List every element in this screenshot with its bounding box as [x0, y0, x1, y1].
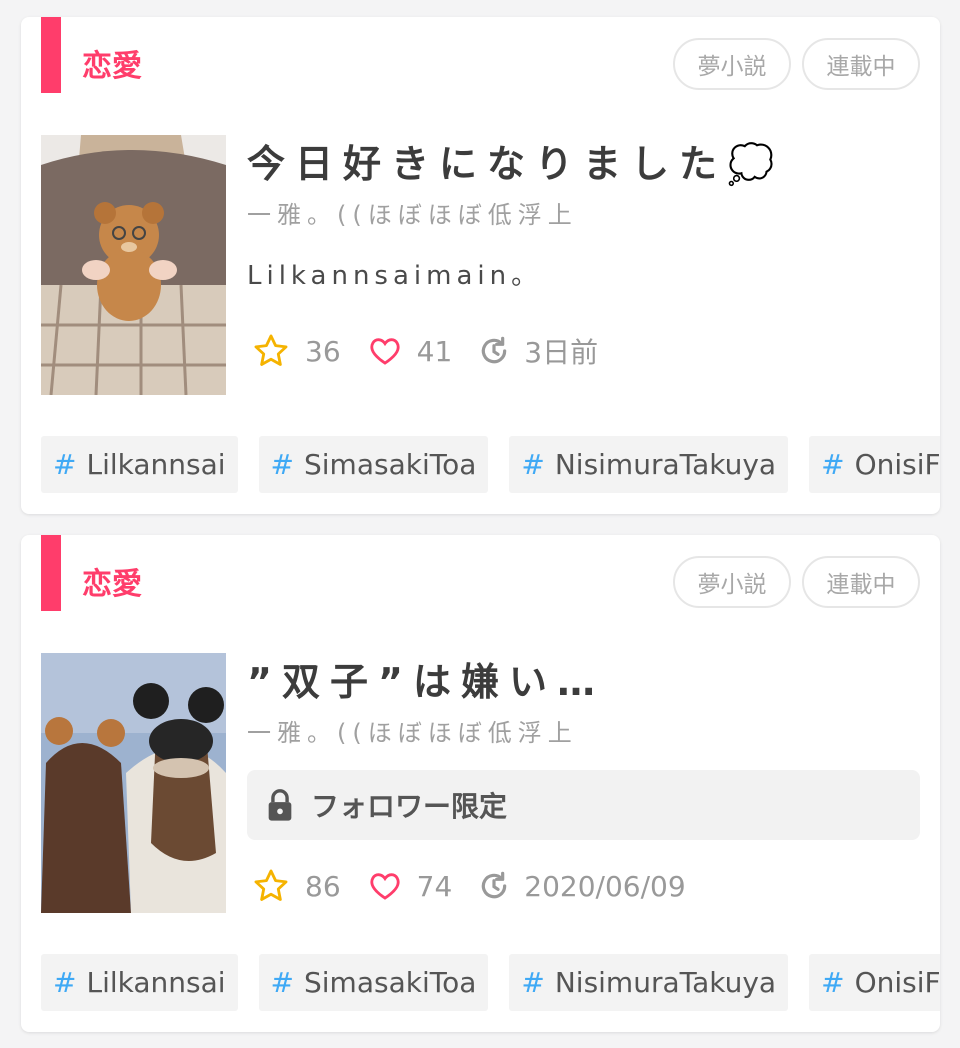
stats-row: 86 74 2020/06/09: [251, 867, 712, 905]
tag-label: SimasakiToa: [304, 966, 477, 999]
tag-chip[interactable]: # Lilkannsai: [41, 436, 238, 493]
heart-icon: [370, 873, 400, 900]
tag-chip[interactable]: # OnisiFuga: [809, 436, 940, 493]
star-icon: [254, 869, 288, 901]
genre-label: 恋愛: [82, 49, 142, 84]
hash-symbol: #: [53, 448, 77, 481]
followers-only-notice[interactable]: フォロワー限定: [247, 770, 920, 840]
like-count: 41: [367, 334, 453, 368]
tag-label: Lilkannsai: [86, 966, 226, 999]
novel-card[interactable]: 恋愛 夢小説 連載中 今日好きになりました💭 一雅。((ほぼほぼ低浮上 Lilk…: [21, 17, 940, 514]
cover-thumbnail[interactable]: [41, 653, 226, 913]
tag-chip[interactable]: # OnisiFuga: [809, 954, 940, 1011]
star-icon: [254, 334, 288, 366]
genre-label: 恋愛: [82, 567, 142, 602]
history-icon: [482, 871, 507, 899]
tag-list: # Lilkannsai # SimasakiToa # NisimuraTakuya…: [41, 436, 940, 493]
novel-feed: 恋愛 夢小説 連載中 今日好きになりました💭 一雅。((ほぼほぼ低浮上 Lilk…: [0, 0, 960, 1048]
girl-holding-teddy-bear-image: [41, 135, 226, 395]
badge-serializing: 連載中: [802, 556, 920, 608]
star-count-value: 86: [305, 869, 341, 903]
hash-symbol: #: [270, 448, 294, 481]
novel-card[interactable]: 恋愛 夢小説 連載中 ”双子”は嫌い… 一雅。((ほぼほぼ低浮上 フォロワー限定…: [21, 535, 940, 1032]
two-girls-with-mouse-ears-image: [41, 653, 226, 913]
badge-group: 夢小説 連載中: [673, 38, 920, 90]
author-name[interactable]: 一雅。((ほぼほぼ低浮上: [247, 195, 578, 230]
star-count: 86: [251, 867, 341, 905]
tag-chip[interactable]: # SimasakiToa: [258, 436, 489, 493]
badge-dream-novel: 夢小説: [673, 38, 791, 90]
stats-row: 36 41 3日前: [251, 331, 624, 371]
tag-label: NisimuraTakuya: [554, 448, 777, 481]
tag-label: NisimuraTakuya: [554, 966, 777, 999]
updated-time: 3日前: [478, 331, 598, 371]
tag-chip[interactable]: # SimasakiToa: [258, 954, 489, 1011]
cover-thumbnail[interactable]: [41, 135, 226, 395]
hash-symbol: #: [821, 966, 845, 999]
genre-accent-bar: [41, 17, 61, 93]
hash-symbol: #: [521, 966, 545, 999]
hash-symbol: #: [521, 448, 545, 481]
star-count: 36: [251, 332, 341, 370]
like-count-value: 74: [416, 869, 453, 903]
updated-time-value: 3日前: [524, 336, 599, 369]
tag-list: # Lilkannsai # SimasakiToa # NisimuraTakuya…: [41, 954, 940, 1011]
badge-serializing: 連載中: [802, 38, 920, 90]
followers-only-label: フォロワー限定: [311, 790, 508, 823]
lock-icon: [265, 788, 295, 822]
hash-symbol: #: [821, 448, 845, 481]
star-count-value: 36: [305, 334, 341, 368]
updated-time: 2020/06/09: [478, 869, 686, 903]
like-count-value: 41: [416, 334, 453, 368]
tag-label: SimasakiToa: [304, 448, 477, 481]
tag-label: Lilkannsai: [86, 448, 226, 481]
hash-symbol: #: [270, 966, 294, 999]
history-icon: [482, 336, 507, 364]
hash-symbol: #: [53, 966, 77, 999]
heart-icon: [370, 338, 400, 365]
novel-title[interactable]: ”双子”は嫌い…: [247, 651, 605, 706]
tag-label: OnisiFuga: [854, 966, 940, 999]
author-name[interactable]: 一雅。((ほぼほぼ低浮上: [247, 713, 578, 748]
genre-accent-bar: [41, 535, 61, 611]
tag-chip[interactable]: # Lilkannsai: [41, 954, 238, 1011]
like-count: 74: [367, 869, 453, 903]
updated-time-value: 2020/06/09: [524, 869, 686, 903]
novel-description: Lilkannsaimain。: [247, 261, 543, 291]
novel-title[interactable]: 今日好きになりました💭: [247, 133, 784, 188]
tag-label: OnisiFuga: [854, 448, 940, 481]
tag-chip[interactable]: # NisimuraTakuya: [509, 954, 789, 1011]
badge-dream-novel: 夢小説: [673, 556, 791, 608]
badge-group: 夢小説 連載中: [673, 556, 920, 608]
tag-chip[interactable]: # NisimuraTakuya: [509, 436, 789, 493]
